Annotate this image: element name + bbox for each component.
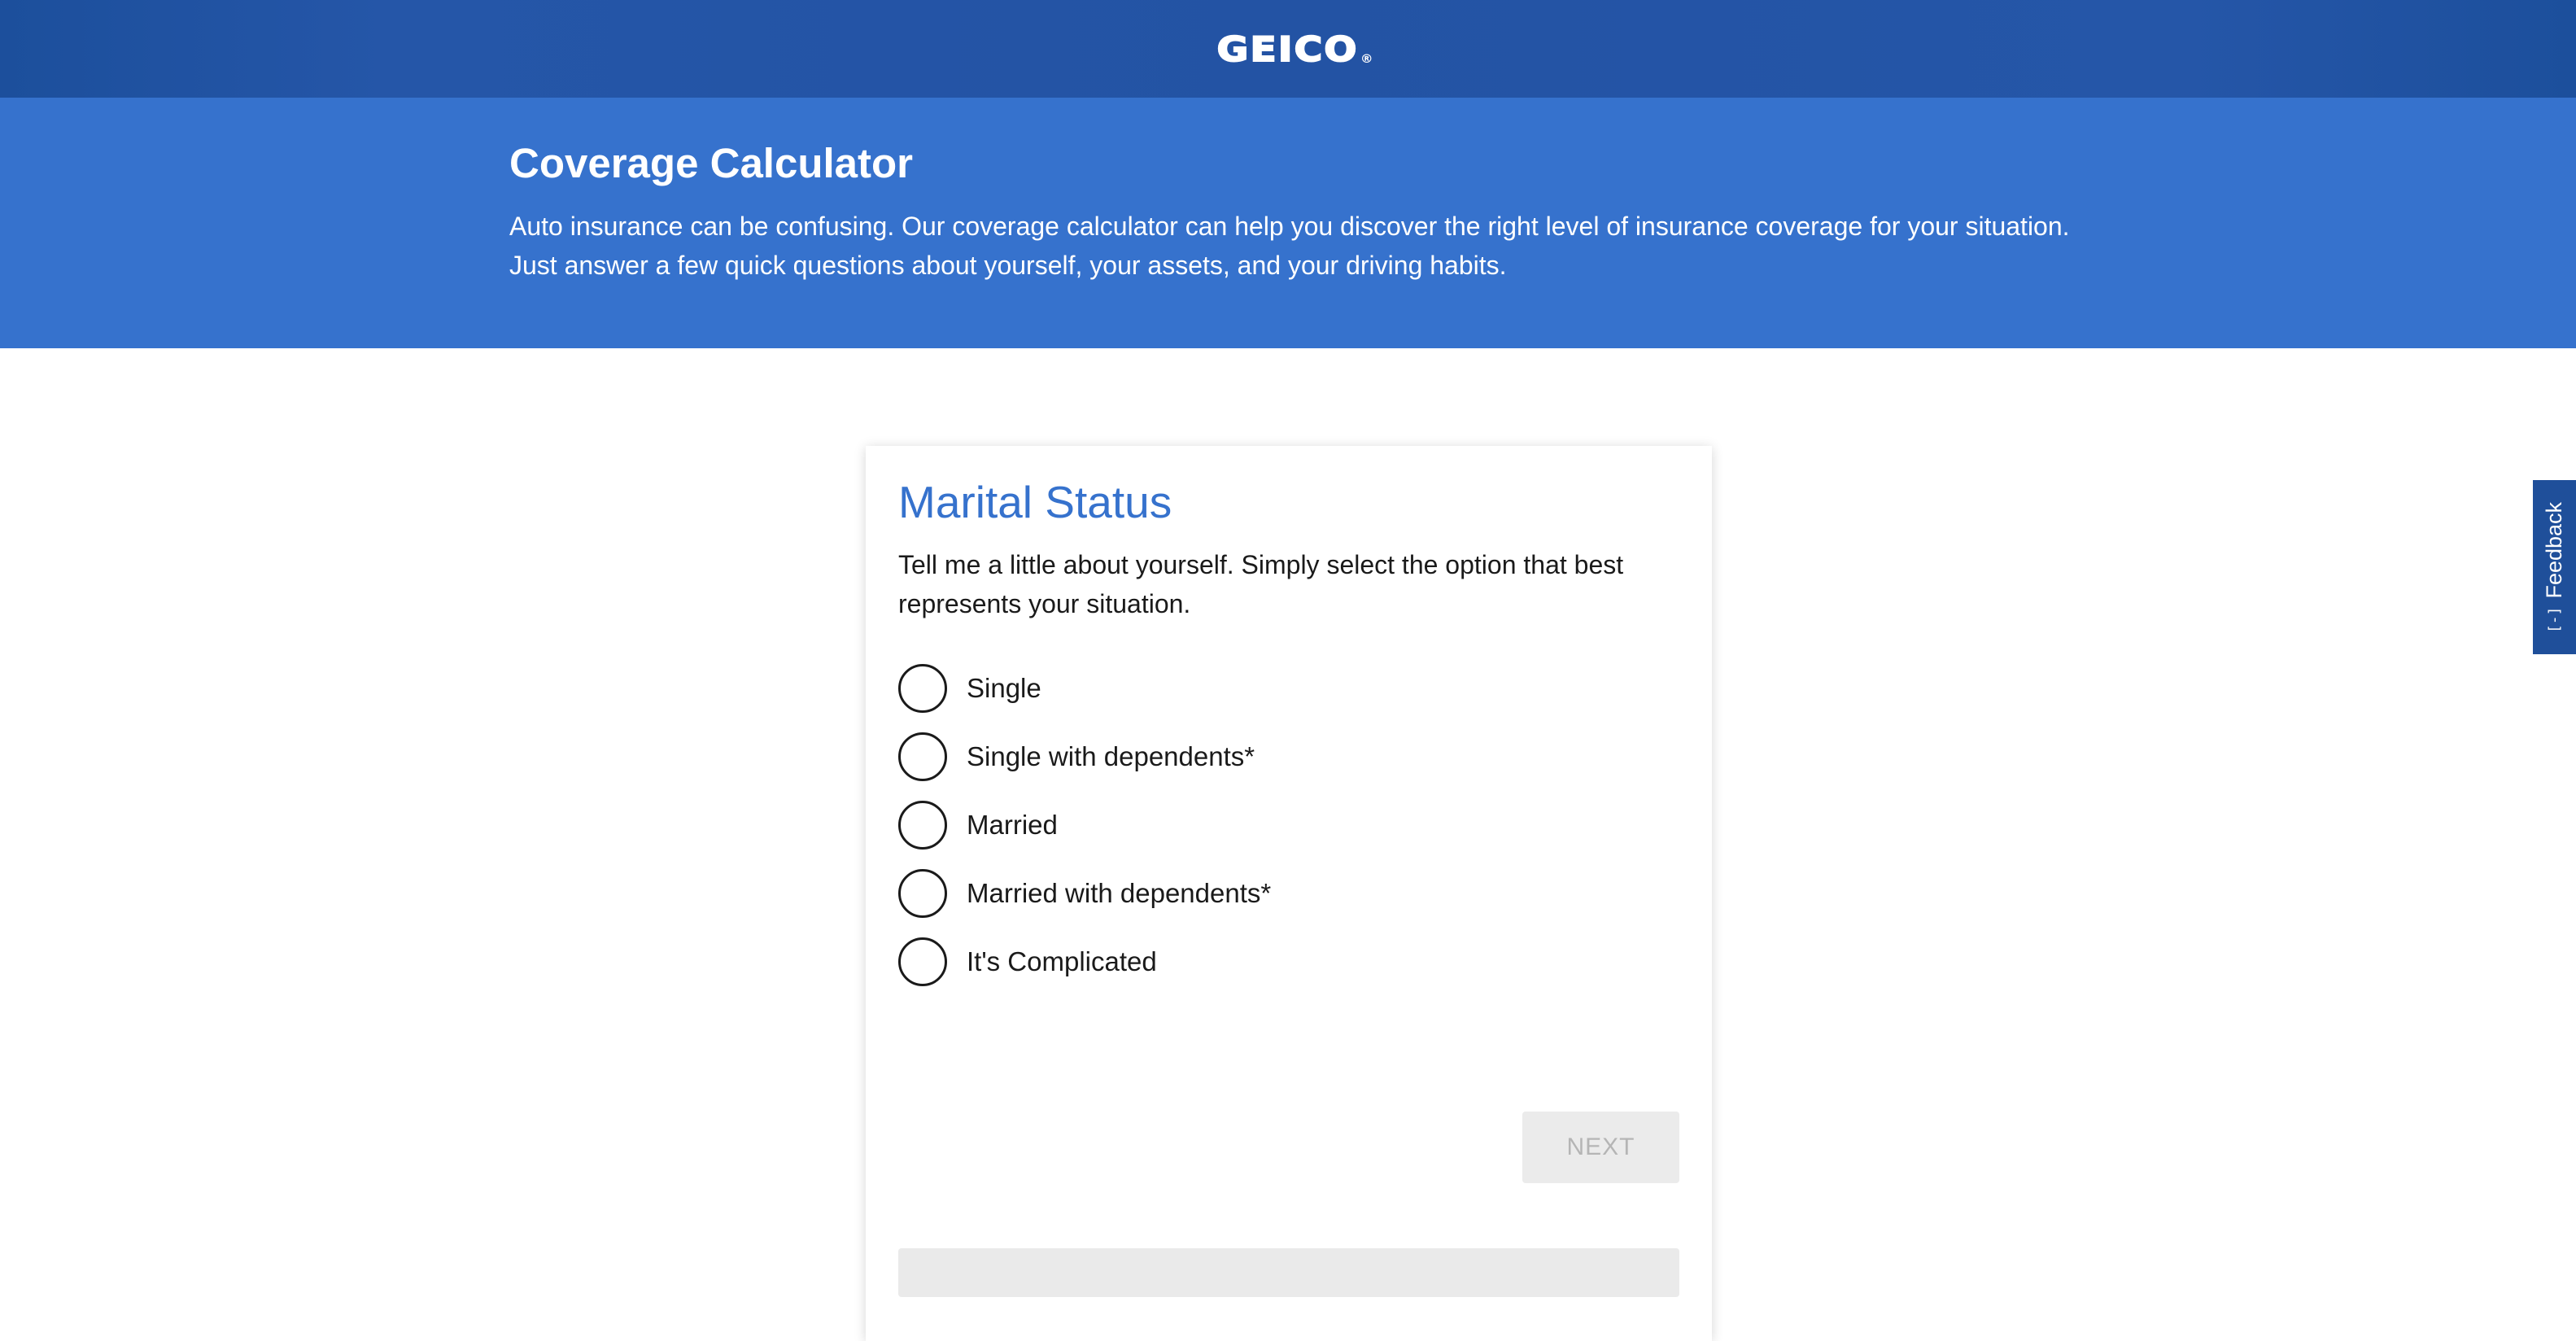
feedback-icon: [-] [2546,606,2563,633]
question-intro: Tell me a little about yourself. Simply … [898,545,1663,623]
option-single[interactable]: Single [898,654,1663,723]
feedback-tab[interactable]: [-] Feedback [2533,480,2576,654]
option-label[interactable]: Single with dependents* [967,741,1255,772]
hero-description-line: Just answer a few quick questions about … [509,251,1507,280]
progress-track [898,1248,1679,1297]
marital-status-options: Single Single with dependents* Married M… [898,654,1663,996]
option-label[interactable]: Married with dependents* [967,878,1271,909]
option-married[interactable]: Married [898,791,1663,859]
radio-circle-icon[interactable] [898,801,947,850]
option-label[interactable]: Single [967,673,1041,704]
next-button[interactable]: NEXT [1522,1112,1679,1183]
question-intro-line: represents your situation. [898,589,1191,618]
hero-description: Auto insurance can be confusing. Our cov… [509,207,2096,285]
option-label[interactable]: It's Complicated [967,946,1157,977]
geico-logo[interactable]: GEICO ® [1216,32,1373,68]
feedback-label: Feedback [2542,501,2566,599]
option-label[interactable]: Married [967,810,1058,841]
top-bar: GEICO ® [0,0,2576,98]
question-title: Marital Status [898,477,1172,527]
radio-circle-icon[interactable] [898,732,947,781]
feedback-tab-content: [-] Feedback [2542,501,2567,632]
question-intro-line: Tell me a little about yourself. Simply … [898,550,1624,579]
radio-circle-icon[interactable] [898,869,947,918]
option-its-complicated[interactable]: It's Complicated [898,928,1663,996]
hero-banner: Coverage Calculator Auto insurance can b… [0,98,2576,348]
logo-text: GEICO [1216,29,1359,69]
radio-circle-icon[interactable] [898,664,947,713]
logo-registered-mark: ® [1360,53,1376,66]
hero-description-line: Auto insurance can be confusing. Our cov… [509,212,2070,241]
radio-circle-icon[interactable] [898,937,947,986]
question-card: Marital Status Tell me a little about yo… [866,446,1712,1341]
page-title: Coverage Calculator [509,140,914,186]
option-married-with-dependents[interactable]: Married with dependents* [898,859,1663,928]
option-single-with-dependents[interactable]: Single with dependents* [898,723,1663,791]
